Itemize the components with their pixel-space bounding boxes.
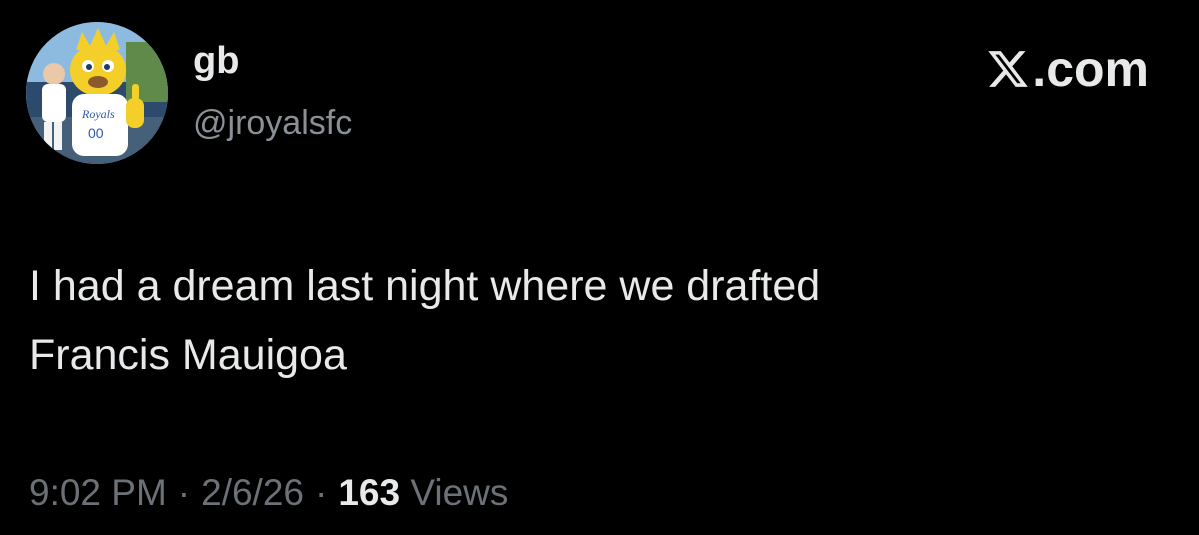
mascot-avatar-image: Royals 00 <box>26 22 168 164</box>
tweet-meta: 9:02 PM · 2/6/26 · 163 Views <box>29 474 508 511</box>
author-handle[interactable]: @jroyalsfc <box>193 106 352 140</box>
tweet-time[interactable]: 9:02 PM <box>29 472 167 513</box>
meta-separator: · <box>177 472 191 513</box>
tweet-date[interactable]: 2/6/26 <box>201 472 304 513</box>
tweet-text-line: Francis Mauigoa <box>29 331 347 379</box>
tweet-text: I had a dream last night where we drafte… <box>29 252 1149 390</box>
avatar[interactable]: Royals 00 <box>26 22 168 164</box>
x-brand-watermark: .com <box>986 44 1149 94</box>
svg-text:00: 00 <box>88 125 104 141</box>
meta-separator: · <box>315 472 328 513</box>
svg-text:Royals: Royals <box>81 107 115 121</box>
tweet-text-line: I had a dream last night where we drafte… <box>29 262 821 310</box>
brand-domain-label: .com <box>1032 41 1149 97</box>
author-display-name[interactable]: gb <box>193 42 239 80</box>
views-label: Views <box>410 472 509 513</box>
views-count: 163 <box>338 472 401 513</box>
x-logo-icon <box>986 47 1030 91</box>
